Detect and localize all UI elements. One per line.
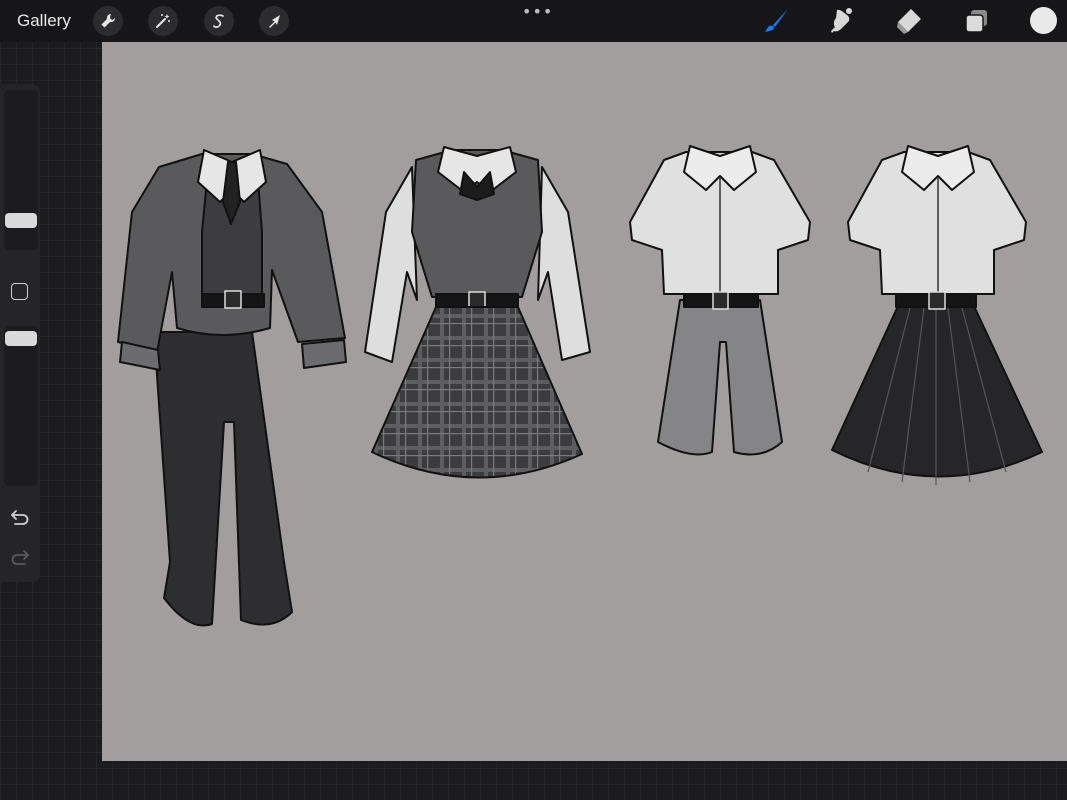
actions-button[interactable] [93,6,123,36]
uniform-blazer-trousers [117,149,347,627]
layers-icon [965,10,987,33]
smudge-tool-button[interactable] [827,6,857,36]
color-picker-button[interactable] [1030,7,1057,34]
transform-button[interactable] [259,6,289,36]
eraser-tool-button[interactable] [893,6,923,36]
artwork [117,145,1043,627]
top-toolbar: Gallery ••• [0,0,1067,42]
left-sidebar [0,84,40,582]
wrench-icon [101,13,116,28]
opacity-thumb[interactable] [5,331,37,346]
magic-wand-icon [156,14,170,28]
more-options-icon[interactable]: ••• [522,2,553,21]
brush-size-slider[interactable] [4,90,38,250]
opacity-slider[interactable] [4,326,38,486]
drawing-canvas[interactable] [102,42,1067,761]
smudge-icon [831,8,852,33]
selection-button[interactable] [204,6,234,36]
gallery-button[interactable]: Gallery [17,11,71,31]
brush-tool-button[interactable] [761,6,791,36]
selection-s-icon [213,14,224,29]
uniform-shirt-shorts [629,145,811,456]
eraser-icon [897,9,921,34]
uniform-vest-plaid-skirt [364,146,591,479]
layers-button[interactable] [962,6,992,36]
brush-size-thumb[interactable] [5,213,37,228]
undo-icon[interactable] [10,507,30,527]
brush-icon [765,9,788,32]
arrow-cursor-icon [269,15,280,28]
modify-square-icon[interactable] [11,283,28,300]
uniform-shirt-pleated-skirt [831,145,1043,485]
redo-icon[interactable] [10,547,30,567]
adjustments-button[interactable] [148,6,178,36]
